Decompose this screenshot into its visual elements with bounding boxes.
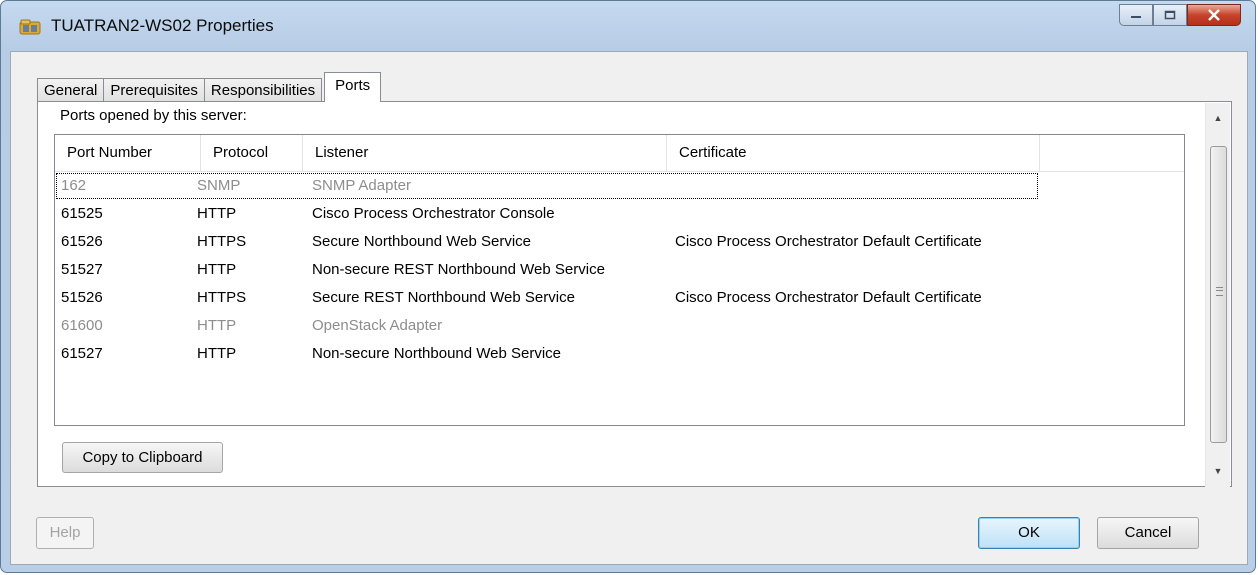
port-number: 162 bbox=[61, 177, 87, 194]
column-protocol[interactable]: Protocol bbox=[201, 135, 303, 171]
listener: Secure Northbound Web Service bbox=[312, 233, 532, 250]
title-bar[interactable]: TUATRAN2-WS02 Properties bbox=[1, 1, 1255, 51]
ports-list-header: Port Number Protocol Listener Certificat… bbox=[55, 135, 1184, 172]
dialog-client-area: General Prerequisites Responsibilities P… bbox=[10, 51, 1248, 565]
cancel-button[interactable]: Cancel bbox=[1097, 517, 1199, 549]
certificate: Cisco Process Orchestrator Default Certi… bbox=[675, 233, 982, 250]
minimize-icon bbox=[1131, 16, 1141, 18]
protocol: HTTP bbox=[197, 345, 237, 362]
ports-list[interactable]: Port Number Protocol Listener Certificat… bbox=[54, 134, 1185, 426]
scroll-up-arrow-icon[interactable]: ▲ bbox=[1206, 105, 1230, 131]
protocol: HTTP bbox=[197, 261, 237, 278]
certificate: Cisco Process Orchestrator Default Certi… bbox=[675, 289, 982, 306]
protocol: HTTPS bbox=[197, 233, 247, 250]
ports-tab-page: Ports opened by this server: Port Number… bbox=[37, 101, 1232, 487]
column-listener[interactable]: Listener bbox=[303, 135, 667, 171]
table-row[interactable]: 61527 HTTP Non-secure Northbound Web Ser… bbox=[55, 340, 1184, 368]
protocol: HTTP bbox=[197, 205, 237, 222]
protocol: HTTPS bbox=[197, 289, 247, 306]
tab-prerequisites[interactable]: Prerequisites bbox=[103, 78, 205, 102]
listener: SNMP Adapter bbox=[312, 177, 411, 194]
listener: Non-secure REST Northbound Web Service bbox=[312, 261, 605, 278]
grip-icon bbox=[1216, 287, 1223, 296]
table-row[interactable]: 51526 HTTPS Secure REST Northbound Web S… bbox=[55, 284, 1184, 312]
vertical-scrollbar[interactable]: ▲ ▼ bbox=[1205, 103, 1230, 487]
minimize-button[interactable] bbox=[1119, 4, 1153, 26]
tab-general[interactable]: General bbox=[37, 78, 105, 102]
server-folder-icon bbox=[19, 19, 41, 35]
close-icon bbox=[1208, 9, 1220, 21]
port-number: 51527 bbox=[61, 261, 103, 278]
protocol: HTTP bbox=[197, 317, 237, 334]
tab-ports[interactable]: Ports bbox=[324, 72, 382, 102]
listener: OpenStack Adapter bbox=[312, 317, 443, 334]
port-number: 61600 bbox=[61, 317, 103, 334]
close-button[interactable] bbox=[1187, 4, 1241, 26]
protocol: SNMP bbox=[197, 177, 241, 194]
maximize-button[interactable] bbox=[1153, 4, 1187, 26]
ports-list-rows: 162 SNMP SNMP Adapter 61525 HTTP Cisco P… bbox=[55, 172, 1184, 368]
ports-label: Ports opened by this server: bbox=[60, 107, 247, 124]
table-row[interactable]: 162 SNMP SNMP Adapter bbox=[55, 172, 1039, 200]
column-port-number[interactable]: Port Number bbox=[55, 135, 201, 171]
properties-dialog: TUATRAN2-WS02 Properties General Prerequ… bbox=[0, 0, 1256, 573]
listener: Cisco Process Orchestrator Console bbox=[312, 205, 555, 222]
port-number: 61526 bbox=[61, 233, 103, 250]
copy-to-clipboard-button[interactable]: Copy to Clipboard bbox=[62, 442, 223, 473]
help-button[interactable]: Help bbox=[36, 517, 94, 549]
table-row[interactable]: 61526 HTTPS Secure Northbound Web Servic… bbox=[55, 228, 1184, 256]
table-row[interactable]: 61525 HTTP Cisco Process Orchestrator Co… bbox=[55, 200, 1184, 228]
window-title: TUATRAN2-WS02 Properties bbox=[51, 16, 274, 35]
maximize-icon bbox=[1164, 10, 1176, 20]
listener: Non-secure Northbound Web Service bbox=[312, 345, 562, 362]
port-number: 61525 bbox=[61, 205, 103, 222]
ok-button[interactable]: OK bbox=[978, 517, 1080, 549]
port-number: 51526 bbox=[61, 289, 103, 306]
table-row[interactable]: 51527 HTTP Non-secure REST Northbound We… bbox=[55, 256, 1184, 284]
tab-responsibilities[interactable]: Responsibilities bbox=[203, 78, 323, 102]
scrollbar-thumb[interactable] bbox=[1210, 146, 1227, 443]
scroll-down-arrow-icon[interactable]: ▼ bbox=[1206, 458, 1230, 484]
caption-buttons bbox=[1119, 4, 1241, 28]
column-certificate[interactable]: Certificate bbox=[667, 135, 1040, 171]
port-number: 61527 bbox=[61, 345, 103, 362]
listener: Secure REST Northbound Web Service bbox=[312, 289, 575, 306]
table-row[interactable]: 61600 HTTP OpenStack Adapter bbox=[55, 312, 1184, 340]
tab-strip: General Prerequisites Responsibilities P… bbox=[37, 72, 382, 102]
